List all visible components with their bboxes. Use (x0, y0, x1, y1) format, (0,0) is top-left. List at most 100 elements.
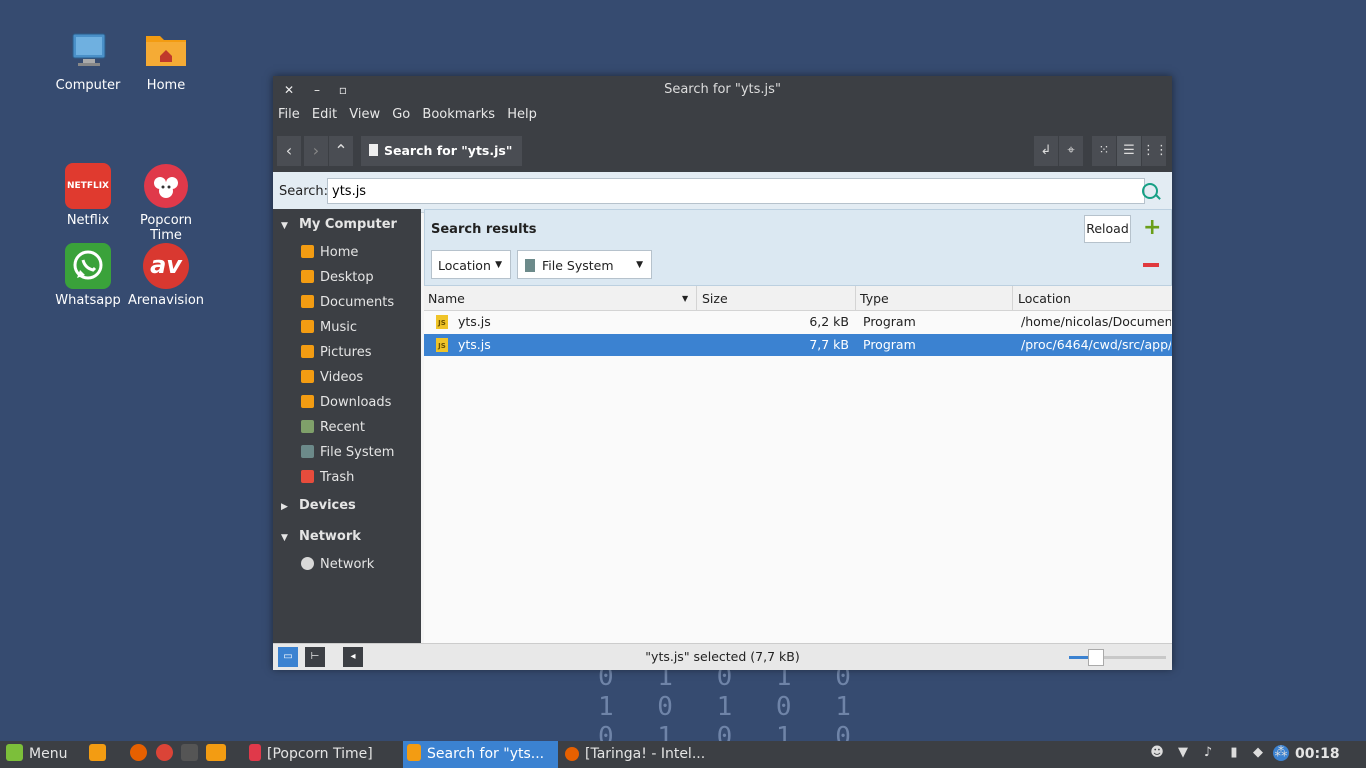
column-name[interactable]: Name (428, 291, 465, 306)
menu-bookmarks[interactable]: Bookmarks (417, 104, 495, 122)
taskbar-window-popcorn-time[interactable]: [Popcorn Time] (243, 741, 399, 768)
up-button[interactable]: ⌃ (329, 136, 353, 166)
wallpaper-binary-row: 1 0 1 0 1 (598, 692, 865, 722)
window-titlebar[interactable]: ✕ – ▫ Search for "yts.js" (273, 76, 1172, 104)
criterion-value-select[interactable]: File System ▼ (517, 250, 652, 279)
firefox-launcher[interactable] (130, 741, 153, 768)
toggle-location-entry-button[interactable]: ↲ (1034, 136, 1058, 166)
sidebar-item-file-system[interactable]: File System (301, 445, 394, 460)
menu-help[interactable]: Help (502, 104, 537, 122)
search-icon[interactable] (1142, 183, 1158, 199)
filesystem-icon (525, 259, 535, 272)
terminal-launcher[interactable] (181, 741, 204, 768)
shield-icon[interactable]: ◆ (1250, 745, 1266, 761)
icon-view-button[interactable]: ⁙ (1092, 136, 1116, 166)
sidebar-section-label: My Computer (299, 217, 397, 232)
add-criterion-icon[interactable]: + (1143, 217, 1161, 239)
home-icon (301, 245, 314, 258)
file-name: yts.js (458, 337, 491, 352)
desktop-icon-label: Arenavision (127, 293, 205, 308)
remove-criterion-icon[interactable] (1143, 263, 1159, 267)
taskbar-window-label: [Taringa! - Intel... (585, 746, 706, 762)
desktop-icon-computer[interactable]: Computer (48, 28, 128, 93)
compact-view-button[interactable]: ⋮⋮ (1142, 136, 1168, 166)
taskbar-window-taringa[interactable]: [Taringa! - Intel... (561, 741, 725, 768)
desktop-icon-label: Whatsapp (55, 293, 121, 308)
menu-view[interactable]: View (344, 104, 380, 122)
volume-icon[interactable]: ♪ (1200, 745, 1216, 761)
firefox-icon (130, 744, 147, 761)
criterion-field-select[interactable]: Location ▼ (431, 250, 511, 279)
battery-icon[interactable]: ▮ (1226, 745, 1242, 761)
netflix-logo-text: NETFLIX (67, 181, 109, 191)
sidebar-section-network[interactable]: ▼ Network (281, 529, 361, 544)
menu-edit[interactable]: Edit (307, 104, 337, 122)
taskbar-window-search[interactable]: Search for "yts... (403, 741, 558, 768)
column-location[interactable]: Location (1018, 291, 1071, 306)
sidebar-item-downloads[interactable]: Downloads (301, 395, 391, 410)
sidebar-item-home[interactable]: Home (301, 245, 358, 260)
list-view-button[interactable]: ☰ (1117, 136, 1141, 166)
sidebar-item-desktop[interactable]: Desktop (301, 270, 374, 285)
user-icon[interactable]: ☻ (1149, 745, 1165, 761)
trash-icon (301, 470, 314, 483)
reload-button[interactable]: Reload (1084, 215, 1131, 243)
menu-button[interactable]: Menu (6, 741, 67, 768)
column-header: Name ▼ Size Type Location (424, 286, 1172, 311)
column-size[interactable]: Size (702, 291, 728, 306)
sidebar-item-label: File System (320, 445, 395, 460)
breadcrumb[interactable]: Search for "yts.js" (361, 136, 523, 166)
desktop-icon-label: Computer (55, 78, 121, 93)
sidebar-item-music[interactable]: Music (301, 320, 357, 335)
search-input[interactable] (327, 178, 1145, 204)
desktop-icon-label: Popcorn Time (139, 213, 193, 243)
show-desktop-icon (89, 744, 106, 761)
desktop-icon (301, 270, 314, 283)
sidebar-section-devices[interactable]: ▶ Devices (281, 498, 356, 513)
sidebar-item-trash[interactable]: Trash (301, 470, 354, 485)
desktop-icon-netflix[interactable]: NETFLIX Netflix (48, 163, 128, 228)
terminal-icon (181, 744, 198, 761)
forward-button[interactable]: › (304, 136, 328, 166)
back-button[interactable]: ‹ (277, 136, 301, 166)
menu-file[interactable]: File (273, 104, 300, 122)
file-manager-window: ✕ – ▫ Search for "yts.js" File Edit View… (273, 76, 1172, 670)
clock[interactable]: 00:18 (1295, 741, 1340, 768)
zoom-slider[interactable] (1069, 649, 1166, 666)
desktop-icon-arenavision[interactable]: av Arenavision (126, 243, 206, 308)
file-size: 6,2 kB (809, 314, 849, 329)
sidebar-item-documents[interactable]: Documents (301, 295, 394, 310)
show-desktop-launcher[interactable] (89, 741, 112, 768)
files-launcher[interactable] (206, 741, 232, 768)
column-type[interactable]: Type (860, 291, 889, 306)
desktop-icon-label: Home (146, 78, 186, 93)
desktop-icon-label: Netflix (66, 213, 110, 228)
file-row[interactable]: JS yts.js 6,2 kB Program /home/nicolas/D… (424, 311, 1172, 333)
zoom-slider-handle[interactable] (1088, 649, 1105, 666)
sidebar-item-label: Home (320, 245, 359, 260)
sidebar-section-my-computer[interactable]: ▼ My Computer (281, 217, 397, 232)
sidebar-item-pictures[interactable]: Pictures (301, 345, 371, 360)
file-name: yts.js (458, 314, 491, 329)
sidebar-item-videos[interactable]: Videos (301, 370, 363, 385)
file-size: 7,7 kB (809, 337, 849, 352)
network-tray-icon[interactable]: ⁂ (1273, 745, 1289, 761)
chrome-launcher[interactable] (156, 741, 179, 768)
file-row[interactable]: JS yts.js 7,7 kB Program /proc/6464/cwd/… (424, 334, 1172, 356)
desktop-icon-home[interactable]: Home (126, 28, 206, 93)
sidebar-item-label: Network (320, 557, 375, 572)
menu-go[interactable]: Go (387, 104, 410, 122)
wifi-icon[interactable]: ▼ (1175, 745, 1191, 761)
desktop-icon-popcorn-time[interactable]: Popcorn Time (126, 163, 206, 243)
sidebar: ▼ My Computer Home Desktop Documents Musi… (273, 209, 421, 643)
wallpaper-binary: 0 1 0 1 0 1 0 1 0 1 0 1 0 1 0 (598, 662, 865, 752)
sidebar-item-label: Downloads (320, 395, 392, 410)
window-title: Search for "yts.js" (664, 82, 781, 97)
sidebar-item-network[interactable]: Network (301, 557, 374, 572)
taskbar-window-label: [Popcorn Time] (267, 746, 373, 762)
compact-icon: ⋮⋮ (1142, 143, 1168, 158)
toggle-search-button[interactable]: ⌖ (1059, 136, 1083, 166)
criterion-value: File System (542, 258, 614, 273)
desktop-icon-whatsapp[interactable]: Whatsapp (48, 243, 128, 308)
sidebar-item-recent[interactable]: Recent (301, 420, 365, 435)
